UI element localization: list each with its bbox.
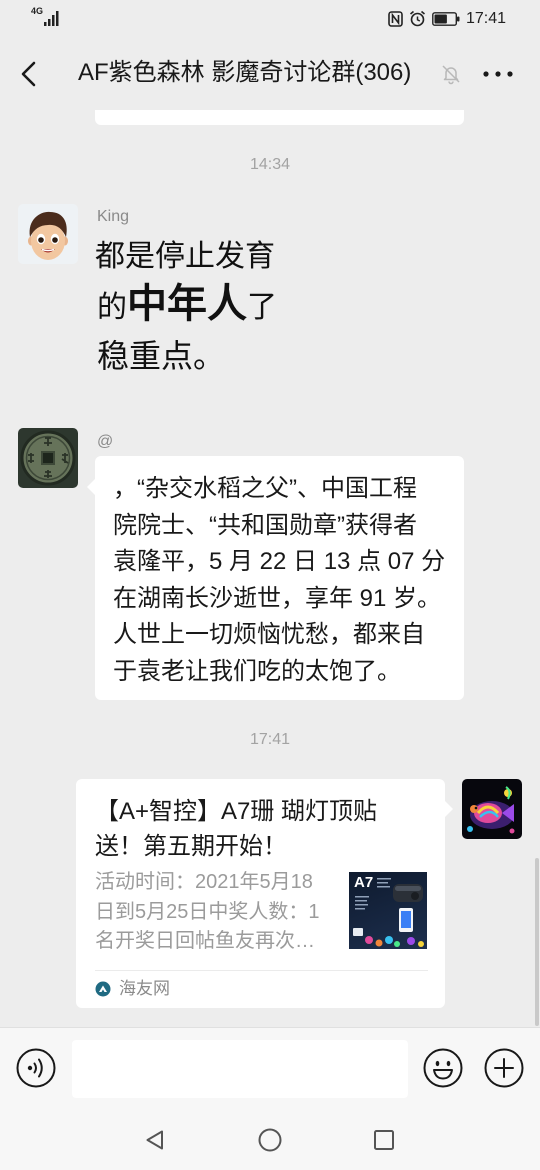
wechat-group-chat-screen: 4G 17:41 AF紫色森林 影魔奇讨论群(306) 14:34 King 都… [0, 0, 540, 1170]
product-photo [353, 878, 424, 947]
nav-recents-icon[interactable] [372, 1128, 396, 1152]
emoji-icon[interactable] [423, 1048, 463, 1088]
sender-name: King [97, 208, 130, 225]
link-card-title-line: 送！第五期开始！ [95, 833, 287, 860]
haiyou-logo-icon [95, 981, 111, 997]
link-card-title-line: 【A+智控】A7珊 瑚灯顶贴 [95, 798, 378, 825]
coral-fish-avatar [462, 779, 522, 839]
message-text-line: 在湖南长沙逝世，享年 91 岁。 [113, 584, 442, 612]
alarm-icon [409, 10, 426, 27]
sticker-message[interactable]: 都是停止发育 的中年人了 稳重点。 [95, 233, 285, 385]
back-icon[interactable] [18, 60, 42, 88]
message-text-line: 于袁老让我们吃的太饱了。 [113, 657, 401, 685]
sticker-text-part: 了 [247, 291, 277, 324]
link-card-divider [95, 970, 428, 971]
nfc-icon [388, 11, 403, 27]
link-card-thumbnail: A7 [349, 872, 427, 949]
message-input[interactable] [72, 1040, 408, 1098]
link-card-description: 活动时间：2021年5月18 日到5月25日中奖人数：1 名开奖日回帖鱼友再次… [95, 868, 347, 957]
nav-home-icon[interactable] [258, 1128, 282, 1152]
message-text-line: 院院士、“共和国勋章”获得者 [113, 511, 417, 539]
cartoon-boy-avatar [18, 204, 78, 264]
sticker-text-part: 的 [97, 291, 127, 324]
sticker-text-line: 的中年人了 [97, 279, 277, 333]
link-card-description-line: 名开奖日回帖鱼友再次… [95, 930, 315, 952]
network-type-label: 4G [31, 6, 44, 16]
timestamp: 14:34 [249, 156, 291, 173]
sticker-text-line: 稳重点。 [97, 338, 226, 374]
more-icon[interactable] [480, 64, 516, 84]
avatar[interactable] [18, 204, 78, 264]
sender-name: @ [97, 433, 114, 450]
system-nav-bar [0, 1110, 540, 1170]
plus-icon[interactable] [484, 1048, 524, 1088]
ancient-coin-avatar [18, 428, 78, 488]
mute-bell-icon [440, 63, 462, 85]
text-message-bubble[interactable]: ，“杂交水稻之父”、中国工程 院院士、“共和国勋章”获得者 袁隆平，5 月 22… [87, 456, 464, 700]
link-card-source: 海友网 [119, 979, 170, 998]
battery-icon [432, 12, 460, 26]
voice-icon[interactable] [16, 1048, 56, 1088]
timestamp: 17:41 [249, 731, 291, 748]
status-bar: 4G 17:41 [0, 0, 540, 38]
message-text-line: ，“杂交水稻之父”、中国工程 [113, 475, 417, 502]
status-time: 17:41 [466, 10, 507, 27]
message-text-line: 人世上一切烦恼忧愁，都来自 [113, 621, 425, 648]
link-card-message[interactable]: 【A+智控】A7珊 瑚灯顶贴 送！第五期开始！ 活动时间：2021年5月18 日… [76, 779, 453, 1008]
link-card-title: 【A+智控】A7珊 瑚灯顶贴 送！第五期开始！ [95, 794, 377, 864]
avatar[interactable] [462, 779, 522, 839]
link-card-description-line: 日到5月25日中奖人数：1 [95, 900, 320, 923]
link-card-description-line: 活动时间：2021年5月18 [95, 871, 313, 893]
message-input-bar [0, 1027, 540, 1110]
chat-scrollbar[interactable] [535, 858, 539, 1026]
avatar[interactable] [18, 428, 78, 488]
sticker-text-emphasis: 中年人 [127, 282, 247, 326]
battery-fill [434, 14, 447, 24]
nav-back-icon[interactable] [143, 1128, 167, 1152]
chat-header: AF紫色森林 影魔奇讨论群(306) [0, 38, 540, 110]
sticker-text-line: 都是停止发育 [95, 240, 275, 273]
chat-title: AF紫色森林 影魔奇讨论群(306) [78, 59, 412, 86]
signal-icon [44, 11, 60, 26]
message-bubble-partial[interactable] [95, 110, 464, 125]
message-list[interactable]: 14:34 King 都是停止发育 的中年人了 稳重点。 @ ，“杂交水稻之父”… [0, 110, 540, 1027]
message-text-line: 袁隆平，5 月 22 日 13 点 07 分 [113, 548, 446, 575]
